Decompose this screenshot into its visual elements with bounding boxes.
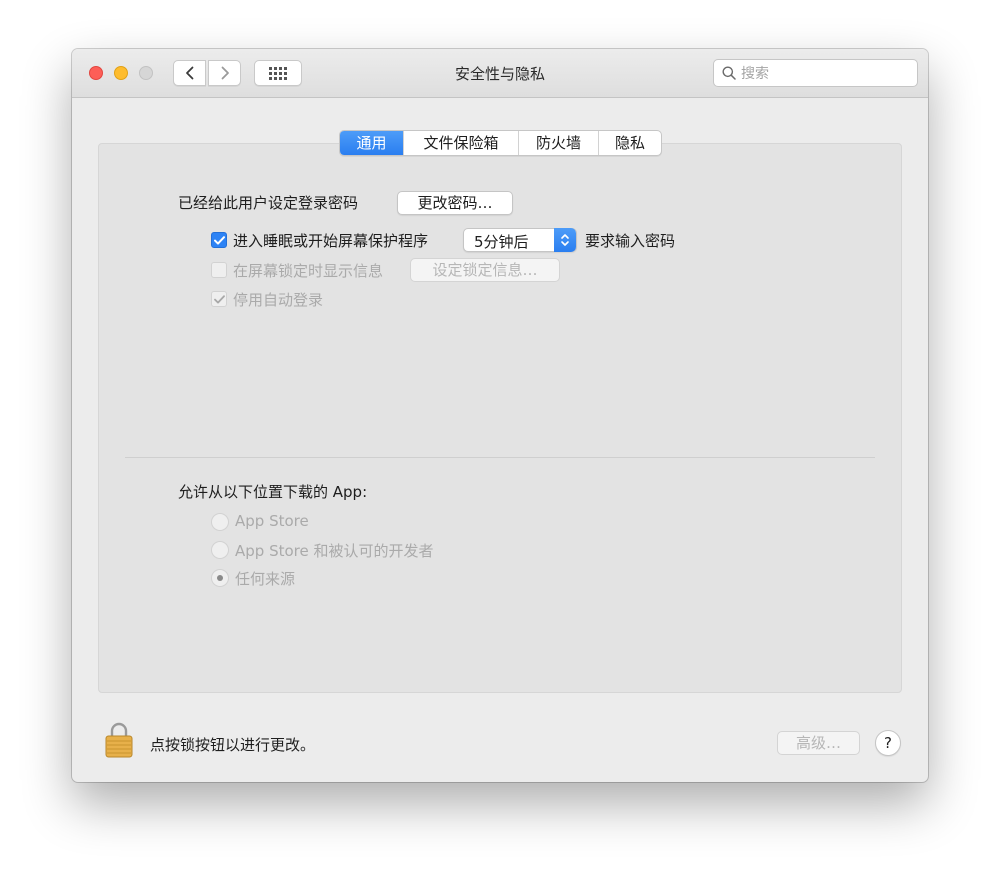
forward-button[interactable]: [208, 60, 241, 86]
require-password-label: 进入睡眠或开始屏幕保护程序: [233, 232, 429, 250]
radio-anywhere[interactable]: [211, 569, 229, 587]
grid-icon: [269, 66, 287, 80]
tab-privacy[interactable]: 隐私: [598, 131, 661, 155]
lock-message-checkbox[interactable]: [211, 262, 227, 278]
search-field[interactable]: 搜索: [713, 59, 918, 87]
lock-icon: [105, 722, 133, 758]
password-delay-popup[interactable]: 5分钟后: [463, 228, 577, 252]
minimize-window-button[interactable]: [114, 66, 128, 80]
close-window-button[interactable]: [89, 66, 103, 80]
change-password-button[interactable]: 更改密码…: [397, 191, 513, 215]
advanced-button[interactable]: 高级…: [777, 731, 860, 755]
tab-filevault[interactable]: 文件保险箱: [403, 131, 518, 155]
require-password-checkbox[interactable]: [211, 232, 227, 248]
back-button[interactable]: [173, 60, 206, 86]
checkmark-icon: [213, 235, 225, 245]
help-button[interactable]: ?: [875, 730, 901, 756]
require-password-suffix: 要求输入密码: [585, 232, 676, 250]
radio-app-store-identified[interactable]: [211, 541, 229, 559]
radio-anywhere-label: 任何来源: [235, 570, 296, 588]
search-placeholder: 搜索: [741, 66, 769, 82]
checkmark-icon: [213, 294, 225, 303]
zoom-window-button[interactable]: [139, 66, 153, 80]
content-panel: [98, 143, 902, 693]
chevron-left-icon: [185, 66, 193, 80]
tab-bar: 通用 文件保险箱 防火墙 隐私: [339, 130, 662, 156]
chevron-right-icon: [221, 66, 229, 80]
password-delay-value: 5分钟后: [474, 233, 529, 251]
tab-firewall[interactable]: 防火墙: [518, 131, 598, 155]
password-set-label: 已经给此用户设定登录密码: [178, 194, 359, 212]
radio-selected-dot: [217, 575, 223, 581]
section-divider: [125, 457, 875, 458]
disable-autologin-checkbox[interactable]: [211, 291, 227, 307]
disable-autologin-label: 停用自动登录: [233, 291, 324, 309]
radio-app-store[interactable]: [211, 513, 229, 531]
preferences-window: 安全性与隐私 搜索 通用 文件保险箱 防火墙 隐私 已经给此用户设定登录密码 更…: [72, 49, 928, 782]
popup-arrows-icon: [554, 228, 576, 252]
search-icon: [722, 66, 736, 80]
title-bar: 安全性与隐私 搜索: [72, 49, 928, 98]
radio-app-store-label: App Store: [235, 512, 309, 530]
lock-hint-text: 点按锁按钮以进行更改。: [150, 736, 316, 754]
lock-message-label: 在屏幕锁定时显示信息: [233, 262, 384, 280]
show-all-button[interactable]: [254, 60, 302, 86]
set-lock-message-button[interactable]: 设定锁定信息…: [410, 258, 560, 282]
lock-button[interactable]: [103, 721, 135, 763]
window-title: 安全性与隐私: [454, 65, 545, 83]
tab-general[interactable]: 通用: [340, 131, 403, 155]
radio-app-store-identified-label: App Store 和被认可的开发者: [235, 542, 434, 560]
downloads-heading: 允许从以下位置下载的 App:: [178, 483, 368, 501]
